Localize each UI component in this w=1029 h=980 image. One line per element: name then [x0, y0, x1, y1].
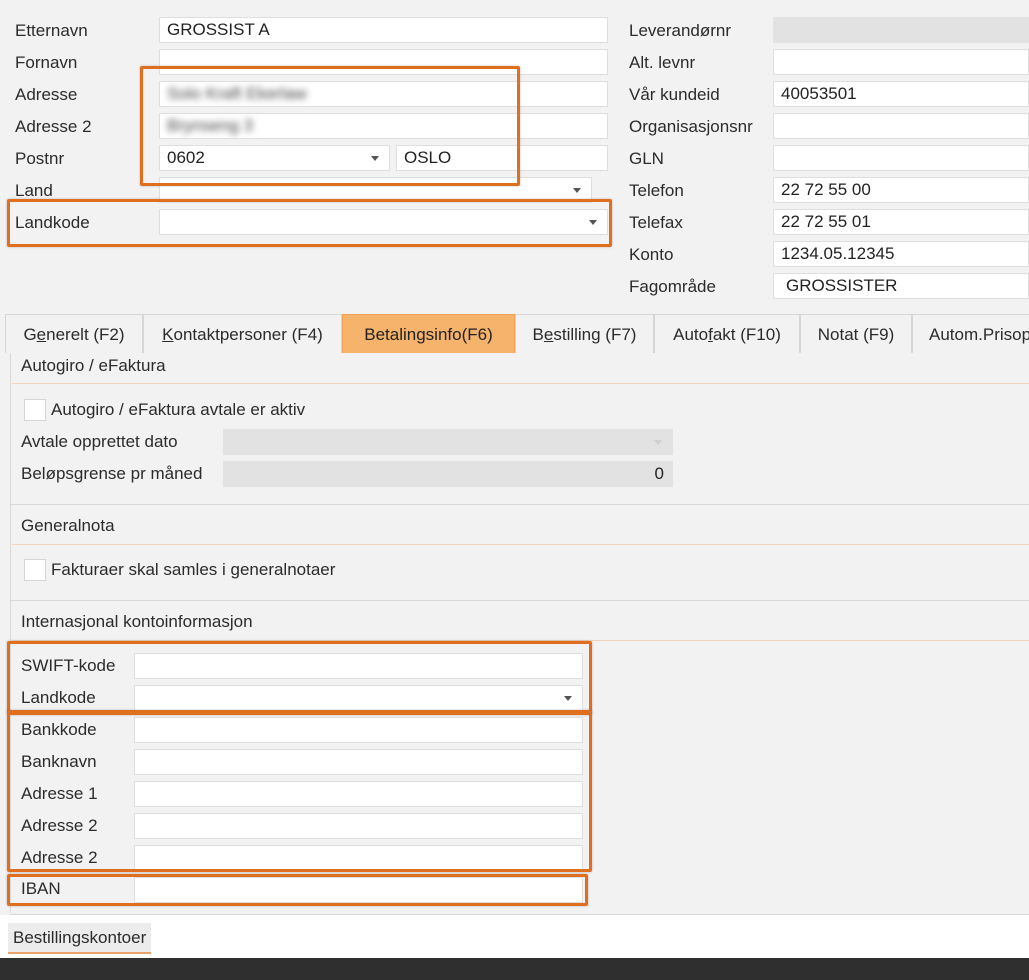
leverandornr-label: Leverandørnr [629, 21, 732, 40]
chevron-down-icon [564, 696, 572, 701]
intl-landkode-label: Landkode [21, 688, 96, 707]
land-select[interactable] [159, 177, 592, 203]
var-kundeid-input[interactable]: 40053501 [773, 81, 1029, 107]
orgnr-input[interactable] [773, 113, 1029, 139]
leverandornr-input [773, 17, 1029, 43]
banknavn-label: Banknavn [21, 752, 97, 771]
belopsgrense-label: Beløpsgrense pr måned [21, 464, 203, 483]
avtale-dato-label: Avtale opprettet dato [21, 432, 178, 451]
adresse-input[interactable]: Solo Kraft Ekerlaw [159, 81, 608, 107]
alt-levnr-input[interactable] [773, 49, 1029, 75]
adresse-value: Solo Kraft Ekerlaw [167, 84, 307, 103]
bank-adresse3-input[interactable] [134, 845, 583, 871]
chevron-down-icon [589, 220, 597, 225]
gln-label: GLN [629, 149, 664, 168]
autogiro-checkbox[interactable] [24, 399, 46, 421]
bestillingskontoer-tab[interactable]: Bestillingskontoer [8, 923, 152, 954]
bank-adresse3-label: Adresse 2 [21, 848, 98, 867]
telefon-input[interactable]: 22 72 55 00 [773, 177, 1029, 203]
landkode-select[interactable] [159, 209, 608, 235]
fagomrade-label: Fagområde [629, 277, 716, 296]
konto-input[interactable]: 1234.05.12345 [773, 241, 1029, 267]
adresse2-input[interactable]: Brynseng 3 [159, 113, 608, 139]
tab-autom-prisop[interactable]: Autom.Prisop [912, 314, 1029, 353]
adresse2-value: Brynseng 3 [167, 116, 253, 135]
status-bar [0, 958, 1029, 980]
avtale-dato-input [223, 429, 673, 455]
chevron-down-icon [654, 440, 662, 445]
adresse-label: Adresse [15, 85, 78, 104]
bankkode-input[interactable] [134, 717, 583, 743]
swift-label: SWIFT-kode [21, 656, 116, 675]
adresse2-label: Adresse 2 [15, 117, 92, 136]
postnr-value: 0602 [167, 148, 205, 167]
tab-notat[interactable]: Notat (F9) [800, 314, 912, 353]
postnr-select[interactable]: 0602 [159, 145, 390, 171]
alt-levnr-label: Alt. levnr [629, 53, 696, 72]
telefax-label: Telefax [629, 213, 683, 232]
swift-input[interactable] [134, 653, 583, 679]
var-kundeid-label: Vår kundeid [629, 85, 720, 104]
landkode-label: Landkode [15, 213, 90, 232]
generalnota-checkbox[interactable] [24, 559, 46, 581]
tab-autofakt[interactable]: Autofakt (F10) [654, 314, 800, 353]
bank-adresse2-input[interactable] [134, 813, 583, 839]
iban-input[interactable] [134, 877, 583, 903]
land-label: Land [15, 181, 53, 200]
tab-kontaktpersoner[interactable]: Kontaktpersoner (F4) [143, 314, 342, 353]
bottom-panel [0, 915, 1029, 958]
intl-section-title: Internasjonal kontoinformasjon [21, 612, 253, 631]
autogiro-checkbox-label: Autogiro / eFaktura avtale er aktiv [51, 400, 306, 419]
gln-input[interactable] [773, 145, 1029, 171]
iban-label: IBAN [21, 879, 61, 898]
etternavn-label: Etternavn [15, 21, 88, 40]
telefon-label: Telefon [629, 181, 684, 200]
etternavn-input[interactable]: GROSSIST A [159, 17, 608, 43]
banknavn-input[interactable] [134, 749, 583, 775]
chevron-down-icon [371, 156, 379, 161]
bank-adresse2-label: Adresse 2 [21, 816, 98, 835]
fagomrade-input[interactable]: GROSSISTER [773, 273, 1029, 299]
bankkode-label: Bankkode [21, 720, 97, 739]
intl-landkode-select[interactable] [134, 685, 583, 711]
tab-generelt[interactable]: Generelt (F2) [5, 314, 143, 353]
generalnota-checkbox-label: Fakturaer skal samles i generalnotaer [51, 560, 336, 579]
tab-bestilling[interactable]: Bestilling (F7) [515, 314, 654, 353]
chevron-down-icon [573, 188, 581, 193]
bank-adresse1-input[interactable] [134, 781, 583, 807]
orgnr-label: Organisasjonsnr [629, 117, 753, 136]
tab-betalingsinfo[interactable]: Betalingsinfo(F6) [342, 314, 515, 353]
fornavn-label: Fornavn [15, 53, 78, 72]
generalnota-section-title: Generalnota [21, 516, 115, 535]
postnr-label: Postnr [15, 149, 65, 168]
bank-adresse1-label: Adresse 1 [21, 784, 98, 803]
konto-label: Konto [629, 245, 674, 264]
belopsgrense-input: 0 [223, 461, 673, 487]
telefax-input[interactable]: 22 72 55 01 [773, 209, 1029, 235]
fornavn-input[interactable] [159, 49, 608, 75]
poststed-input[interactable]: OSLO [396, 145, 608, 171]
autogiro-section-title: Autogiro / eFaktura [21, 356, 166, 375]
